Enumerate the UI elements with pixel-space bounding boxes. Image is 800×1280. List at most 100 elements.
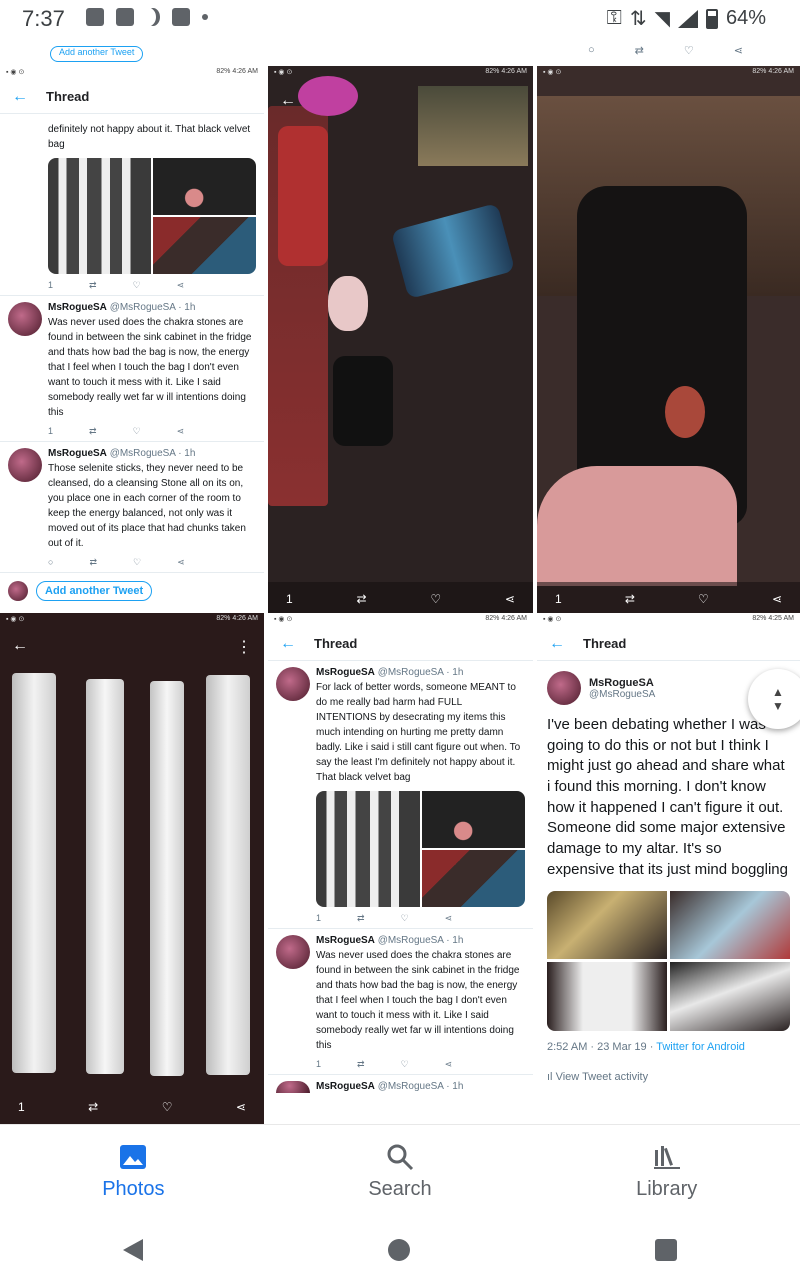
avatar (8, 581, 28, 601)
camera-off-icon (172, 8, 190, 26)
like-icon: ♡ (683, 45, 694, 57)
tweet-author: MsRogueSA (316, 1081, 375, 1092)
photo-thumbnail-5[interactable]: ▪ ◉ ⊙ 82% 4:26 AM ← Thread MsRogueSA @MsR… (268, 613, 533, 1124)
back-arrow-icon: ← (280, 634, 296, 652)
reply-count: 1 (316, 1059, 322, 1069)
back-arrow-icon[interactable]: ← (12, 637, 28, 655)
nav-library[interactable]: Library (533, 1125, 800, 1220)
tray-decor (418, 86, 528, 166)
thread-title: Thread (314, 636, 358, 651)
tweet-author: MsRogueSA (48, 448, 107, 459)
photo-grid: Add another Tweet ○ ⇄ ♡ ⋖ ▪ ◉ ⊙ 82% 4:26 … (0, 36, 800, 1124)
nav-search-label: Search (368, 1178, 432, 1200)
tweet-text: For lack of better words, someone MEANT … (316, 682, 521, 783)
reply-count[interactable]: 1 (18, 1100, 25, 1114)
nav-search[interactable]: Search (267, 1125, 534, 1220)
add-another-tweet-button[interactable]: Add another Tweet (36, 581, 153, 601)
reply-count[interactable]: 1 (286, 592, 293, 606)
home-icon[interactable] (387, 1239, 410, 1261)
tweet-media (316, 791, 525, 907)
fast-scroll-handle[interactable]: ▲ ▼ (748, 669, 800, 729)
tweet-actions: 1 ⇄ ♡ ⋖ (316, 913, 453, 923)
share-icon[interactable]: ⋖ (772, 592, 782, 606)
tweet-snippet: definitely not happy about it. That blac… (48, 124, 251, 150)
selenite-closeup-photo (670, 962, 790, 1031)
tweet-text: I've been debating whether I was going t… (547, 716, 788, 878)
reply-icon: ○ (588, 44, 595, 56)
tweet-actions: ○ ⇄ ♡ ⋖ (48, 557, 185, 567)
jar-decor (333, 356, 393, 446)
tweet-handle: @MsRogueSA · 1h (377, 667, 464, 678)
oil-bottle-decor (390, 202, 516, 300)
photo-thumbnail-1[interactable]: ▪ ◉ ⊙ 82% 4:26 AM ← Thread definitely not… (0, 66, 264, 642)
tweet: MsRogueSA @MsRogueSA · 1h Was never used… (0, 296, 264, 442)
image-icon (86, 8, 104, 26)
tweet-actions: 1 ⇄ ♡ ⋖ (316, 1059, 453, 1069)
selenite-stick-decor (12, 673, 56, 1073)
crystal-decor (328, 276, 368, 331)
tweet-partial: MsRogueSA @MsRogueSA · 1h (268, 1075, 533, 1097)
share-icon: ⋖ (733, 45, 743, 57)
dot-icon (202, 14, 208, 20)
reply-count: 1 (316, 913, 322, 923)
add-another-tweet-button-partial[interactable]: Add another Tweet (50, 46, 144, 62)
share-icon[interactable]: ⋖ (236, 1100, 246, 1114)
photos-icon (119, 1144, 147, 1170)
like-icon[interactable]: ♡ (698, 592, 709, 606)
nav-library-label: Library (636, 1178, 698, 1200)
pink-decor (298, 76, 358, 116)
tweet-author: MsRogueSA (316, 667, 375, 678)
retweet-icon[interactable]: ⇄ (88, 1100, 98, 1114)
status-bar: 7:37 ⚿ ⇅ ◥ 64% (0, 0, 800, 36)
avatar (276, 667, 310, 701)
chevron-down-icon: ▼ (772, 699, 784, 713)
tweet-author: MsRogueSA (589, 676, 654, 689)
bag-photo (421, 791, 525, 848)
tweet-author: MsRogueSA (316, 935, 375, 946)
tweet: definitely not happy about it. That blac… (0, 114, 264, 296)
more-options-icon[interactable]: ⋮ (236, 637, 252, 657)
bottle-decor (278, 126, 328, 266)
tweet-media (48, 158, 256, 274)
photo-thumbnail-6[interactable]: ▪ ◉ ⊙ 82% 4:25 AM ← Thread MsRogueSA @MsR… (537, 613, 800, 1124)
photo-thumbnail-3[interactable]: ▪ ◉ ⊙82% 4:26 AM ← ⋮ 1 ⇄ ♡ ⋖ Tweet your … (537, 66, 800, 642)
signal-icon (677, 9, 698, 28)
data-arrows-icon: ⇅ (629, 8, 647, 30)
tweet-handle: @MsRogueSA · 1h (109, 302, 196, 313)
selenite-photo (316, 791, 420, 907)
share-icon[interactable]: ⋖ (505, 592, 515, 606)
notification-icons (86, 8, 208, 26)
tweet-handle: @MsRogueSA · 1h (377, 935, 464, 946)
tweet-media (547, 890, 790, 1031)
wifi-icon: ◥ (654, 8, 670, 30)
tweet-author: MsRogueSA (48, 302, 107, 313)
retweet-icon[interactable]: ⇄ (356, 592, 366, 606)
bottom-navigation: Photos Search Library (0, 1124, 800, 1220)
thread-header: ← Thread (537, 627, 800, 661)
photo-thumbnail-4[interactable]: ▪ ◉ ⊙ 82% 4:26 AM ← ⋮ 1 ⇄ ♡ ⋖ (0, 613, 264, 1124)
reply-count: 1 (48, 426, 54, 436)
retweet-icon[interactable]: ⇄ (625, 592, 635, 606)
retweet-icon: ⇄ (634, 45, 644, 57)
view-tweet-activity[interactable]: ıl View Tweet activity (547, 1071, 790, 1083)
like-icon[interactable]: ♡ (430, 592, 441, 606)
recents-icon[interactable] (655, 1239, 678, 1261)
nav-photos[interactable]: Photos (0, 1125, 267, 1220)
selenite-photo (547, 962, 667, 1031)
tweet-handle: @MsRogueSA (589, 688, 656, 700)
tweet-actions: 1 ⇄ ♡ ⋖ (48, 280, 185, 290)
like-icon[interactable]: ♡ (162, 1100, 173, 1114)
thread-header: ← Thread (0, 80, 264, 114)
tweet-source[interactable]: Twitter for Android (656, 1041, 745, 1053)
reply-count[interactable]: 1 (555, 592, 562, 606)
photo-thumbnail-2[interactable]: ▪ ◉ ⊙82% 4:26 AM ← ⋮ 1 ⇄ ♡ ⋖ Tweet your … (268, 66, 533, 642)
bag-photo (153, 158, 256, 215)
avatar (8, 302, 42, 336)
tweet-text: Was never used does the chakra stones ar… (316, 950, 520, 1051)
avatar (8, 448, 42, 482)
back-icon[interactable] (122, 1239, 143, 1261)
tweet-actions-partial: ○ ⇄ ♡ ⋖ (588, 44, 743, 57)
selenite-stick-decor (86, 679, 124, 1074)
fingernail-decor (665, 386, 705, 438)
hand-decor (537, 466, 737, 586)
